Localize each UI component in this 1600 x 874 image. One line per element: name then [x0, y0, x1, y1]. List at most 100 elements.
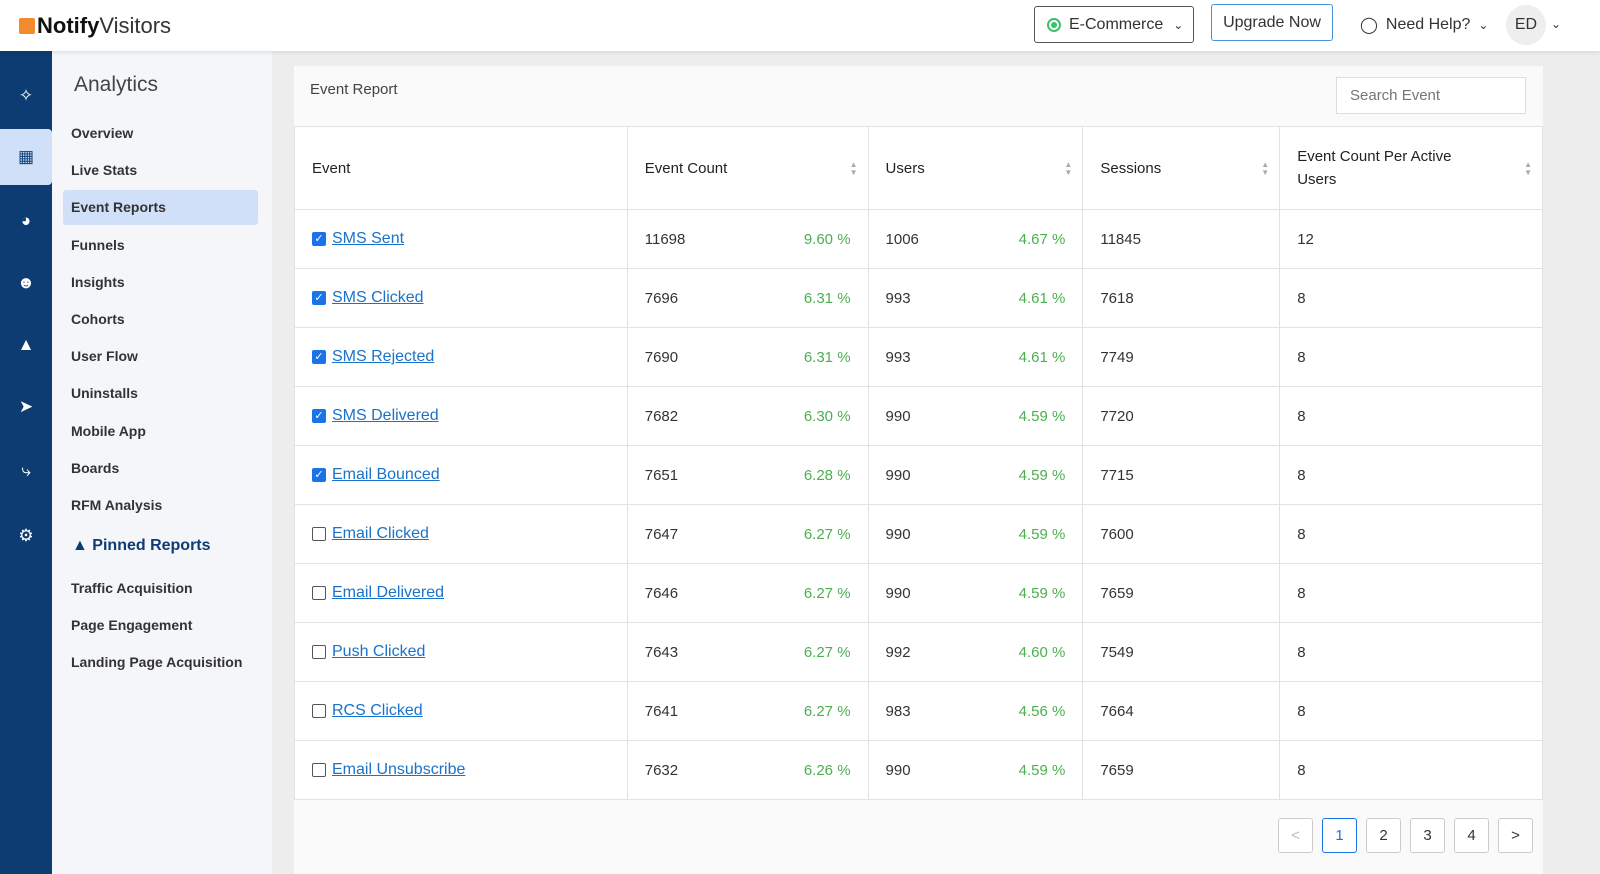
dashboard-icon[interactable]: ◕	[0, 193, 52, 249]
pinned-reports-heading: ▲ Pinned Reports	[72, 537, 211, 554]
bolt-icon[interactable]: ⤷	[0, 443, 52, 499]
environment-dropdown[interactable]: E-Commerce ⌄	[1034, 6, 1194, 43]
event-cell: Email Delivered	[294, 563, 628, 623]
event-link[interactable]: SMS Sent	[332, 230, 404, 248]
grid-icon[interactable]: ▦	[0, 129, 52, 185]
nav-item-uninstalls[interactable]: Uninstalls	[63, 376, 258, 411]
per-user-cell: 8	[1279, 386, 1543, 446]
row-checkbox[interactable]: ✓	[312, 409, 326, 423]
nav-item-rfm-analysis[interactable]: RFM Analysis	[63, 488, 258, 523]
column-header[interactable]: Event Count ▲ ▼	[626, 126, 869, 210]
per-user-cell: 8	[1279, 445, 1543, 505]
row-checkbox[interactable]	[312, 527, 326, 541]
event-count-cell: 7641 6.27 %	[626, 681, 869, 741]
page-button[interactable]: 4	[1454, 818, 1489, 853]
row-checkbox[interactable]	[312, 645, 326, 659]
event-link[interactable]: SMS Rejected	[332, 348, 434, 366]
page-button[interactable]: 2	[1366, 818, 1401, 853]
sort-icon[interactable]: ▲ ▼	[1524, 161, 1532, 177]
event-link[interactable]: Email Delivered	[332, 584, 444, 602]
upgrade-now-button[interactable]: Upgrade Now	[1211, 4, 1333, 41]
nav-item-live-stats[interactable]: Live Stats	[63, 153, 258, 188]
table-row: Email Delivered 7646 6.27 % 990 4.59 % 765…	[294, 563, 1543, 623]
event-link[interactable]: SMS Clicked	[332, 289, 424, 307]
event-count-cell: 7682 6.30 %	[626, 386, 869, 446]
page-button[interactable]: 3	[1410, 818, 1445, 853]
send-icon[interactable]: ➤	[0, 379, 52, 435]
sessions-cell: 7664	[1082, 681, 1281, 741]
pinned-item-traffic-acquisition[interactable]: Traffic Acquisition	[63, 571, 258, 606]
nav-title: Analytics	[74, 73, 159, 96]
event-cell: RCS Clicked	[294, 681, 628, 741]
event-count-cell: 7632 6.26 %	[626, 740, 869, 800]
table-row: Email Unsubscribe 7632 6.26 % 990 4.59 % 7…	[294, 740, 1543, 800]
column-header[interactable]: Users ▲ ▼	[867, 126, 1084, 210]
logo[interactable]: Notify Visitors	[19, 13, 171, 39]
column-header[interactable]: Sessions ▲ ▼	[1082, 126, 1281, 210]
need-help-menu[interactable]: ◯ Need Help? ⌄	[1360, 15, 1488, 35]
chevron-down-icon: ⌄	[1173, 17, 1184, 32]
users-icon[interactable]: ☻	[0, 255, 52, 311]
hierarchy-icon[interactable]: ▲	[0, 317, 52, 373]
status-dot-icon	[1047, 17, 1061, 32]
users-cell: 990 4.59 %	[867, 504, 1084, 564]
per-user-cell: 12	[1279, 209, 1543, 269]
lifebuoy-icon: ◯	[1360, 17, 1378, 34]
event-cell: ✓ SMS Delivered	[294, 386, 628, 446]
event-link[interactable]: Email Unsubscribe	[332, 761, 465, 779]
event-link[interactable]: Email Clicked	[332, 525, 429, 543]
users-cell: 990 4.59 %	[867, 386, 1084, 446]
icon-rail: ✧ ▦ ◕ ☻ ▲ ➤ ⤷ ⚙	[0, 51, 52, 874]
row-checkbox[interactable]: ✓	[312, 291, 326, 305]
row-checkbox[interactable]: ✓	[312, 350, 326, 364]
users-cell: 1006 4.67 %	[867, 209, 1084, 269]
per-user-cell: 8	[1279, 622, 1543, 682]
pinned-item-landing-page-acquisition[interactable]: Landing Page Acquisition	[63, 645, 258, 680]
sessions-cell: 7659	[1082, 563, 1281, 623]
page-button[interactable]: 1	[1322, 818, 1357, 853]
sort-icon[interactable]: ▲ ▼	[1261, 161, 1269, 177]
nav-item-event-reports[interactable]: Event Reports	[63, 190, 258, 226]
nav-item-cohorts[interactable]: Cohorts	[63, 302, 258, 337]
table-row: ✓ Email Bounced 7651 6.28 % 990 4.59 % 7715…	[294, 445, 1543, 505]
next-page-button[interactable]: >	[1498, 818, 1533, 853]
gear-icon[interactable]: ⚙	[0, 508, 52, 564]
nav-item-funnels[interactable]: Funnels	[63, 228, 258, 263]
row-checkbox[interactable]	[312, 704, 326, 718]
event-report-card: Event Report EventEvent Count▲▼Users▲▼Se…	[294, 66, 1543, 874]
event-table: Event Event Count ▲ ▼ Users ▲ ▼ Sessions ▲ ▼ Event…	[294, 126, 1543, 800]
analytics-nav: Analytics Overview Live Stats Event Report…	[52, 51, 272, 874]
search-event-input[interactable]	[1336, 77, 1526, 114]
chevron-down-icon[interactable]: ⌄	[1551, 17, 1561, 31]
sparkle-icon[interactable]: ✧	[0, 68, 52, 124]
row-checkbox[interactable]: ✓	[312, 232, 326, 246]
users-cell: 990 4.59 %	[867, 563, 1084, 623]
report-title: Event Report	[310, 81, 398, 98]
prev-page-button[interactable]: <	[1278, 818, 1313, 853]
per-user-cell: 8	[1279, 504, 1543, 564]
per-user-cell: 8	[1279, 740, 1543, 800]
column-header: Event	[294, 126, 628, 210]
nav-item-boards[interactable]: Boards	[63, 451, 258, 486]
column-header[interactable]: Event Count Per Active Users ▲ ▼	[1279, 126, 1543, 210]
avatar[interactable]: ED	[1506, 5, 1546, 45]
event-count-cell: 7696 6.31 %	[626, 268, 869, 328]
row-checkbox[interactable]	[312, 586, 326, 600]
event-link[interactable]: Push Clicked	[332, 643, 425, 661]
nav-item-overview[interactable]: Overview	[63, 116, 258, 151]
event-link[interactable]: Email Bounced	[332, 466, 440, 484]
nav-item-insights[interactable]: Insights	[63, 265, 258, 300]
nav-item-mobile-app[interactable]: Mobile App	[63, 414, 258, 449]
row-checkbox[interactable]	[312, 763, 326, 777]
pinned-item-page-engagement[interactable]: Page Engagement	[63, 608, 258, 643]
sort-icon[interactable]: ▲ ▼	[850, 161, 858, 177]
sessions-cell: 7549	[1082, 622, 1281, 682]
event-link[interactable]: RCS Clicked	[332, 702, 423, 720]
nav-item-user-flow[interactable]: User Flow	[63, 339, 258, 374]
row-checkbox[interactable]: ✓	[312, 468, 326, 482]
table-row: ✓ SMS Delivered 7682 6.30 % 990 4.59 % 7720…	[294, 386, 1543, 446]
table-row: ✓ SMS Rejected 7690 6.31 % 993 4.61 % 7749 …	[294, 327, 1543, 387]
event-count-cell: 11698 9.60 %	[626, 209, 869, 269]
sort-icon[interactable]: ▲ ▼	[1064, 161, 1072, 177]
event-link[interactable]: SMS Delivered	[332, 407, 439, 425]
